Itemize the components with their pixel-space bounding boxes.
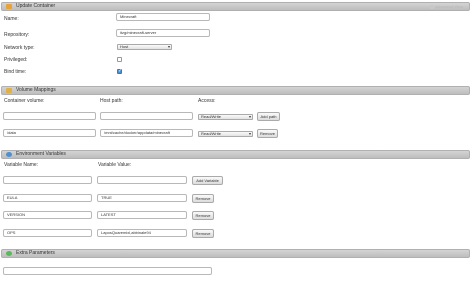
docker-icon [6,4,12,9]
variable-name-header: Variable Name: [4,162,39,168]
repository-label: Repository: [4,32,30,38]
variable-value-header: Variable Value: [98,162,132,168]
extra-parameters-header: Extra Parameters [1,249,470,258]
access-value: Read/Write [201,131,221,136]
network-type-value: Host [120,44,129,49]
variable-value-input[interactable]: TRUE [97,194,187,202]
extra-parameters-input[interactable] [3,267,212,275]
variable-value-input[interactable]: LaposQuaremixl,abbinale94 [97,229,187,237]
new-host-path-input[interactable] [100,112,193,120]
access-select[interactable]: Read/Write ▾ [198,131,253,137]
folder-icon [6,88,12,93]
bind-time-checkbox[interactable] [117,68,122,74]
gear-icon [6,152,12,157]
toggle-icon [429,4,434,9]
remove-variable-button[interactable]: Remove [192,194,214,203]
update-container-title: Update Container [16,3,56,9]
repository-input[interactable]: itzg/minecraft-server [116,29,210,37]
new-access-value: Read/Write [201,114,221,119]
remove-path-button[interactable]: Remove [257,129,278,138]
network-type-select[interactable]: Host ▾ [117,44,172,50]
access-header: Access: [198,98,216,104]
environment-variables-title: Environment Variables [16,151,66,157]
volume-mappings-title: Volume Mappings [16,87,56,93]
remove-variable-button[interactable]: Remove [192,229,214,238]
chevron-down-icon: ▾ [248,131,251,136]
new-variable-value-input[interactable] [97,176,187,184]
add-path-button[interactable]: Add path [257,112,280,121]
host-path-input[interactable]: /mnt/cache/docker/appdata/minecraft [100,129,193,137]
variable-name-input[interactable]: OPS [3,229,92,237]
extra-parameters-title: Extra Parameters [16,250,55,256]
variable-name-input[interactable]: EULA [3,194,92,202]
bind-time-label: Bind time: [4,69,27,75]
name-label: Name: [4,16,19,22]
new-variable-name-input[interactable] [3,176,92,184]
advanced-view-label: Advanced View [435,4,464,9]
network-type-label: Network type: [4,45,35,51]
container-volume-header: Container volume: [4,98,45,104]
new-access-select[interactable]: Read/Write ▾ [198,114,253,120]
container-volume-input[interactable]: /data [3,129,96,137]
add-variable-button[interactable]: Add Variable [192,176,223,185]
name-input[interactable]: Minecraft [116,13,210,21]
plus-icon [6,251,12,256]
privileged-checkbox[interactable] [117,57,122,62]
host-path-header: Host path: [100,98,123,104]
volume-mappings-header: Volume Mappings [1,86,470,95]
variable-value-input[interactable]: LATEST [97,211,187,219]
remove-variable-button[interactable]: Remove [192,211,214,220]
chevron-down-icon: ▾ [167,44,170,49]
privileged-label: Privileged: [4,57,28,63]
environment-variables-header: Environment Variables [1,150,470,159]
advanced-view-toggle[interactable]: Advanced View [429,3,464,10]
variable-name-input[interactable]: VERSION [3,211,92,219]
new-container-volume-input[interactable] [3,112,96,120]
update-container-header: Update Container Advanced View [1,2,470,11]
chevron-down-icon: ▾ [248,114,251,119]
